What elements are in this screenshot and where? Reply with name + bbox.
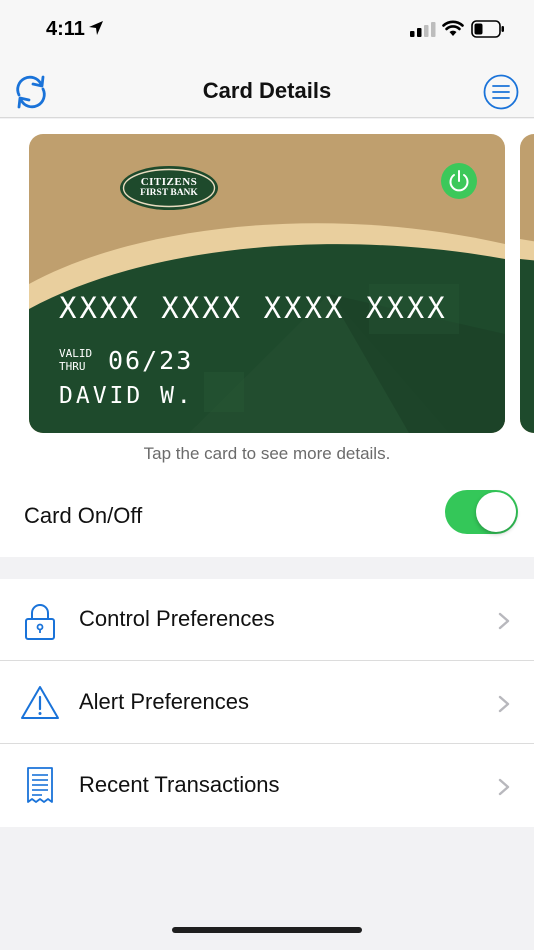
navigation-bar: Card Details bbox=[0, 60, 534, 118]
status-bar: 4:11 bbox=[0, 0, 534, 60]
home-indicator[interactable] bbox=[172, 927, 362, 933]
page-title: Card Details bbox=[202, 78, 332, 103]
menu-icon[interactable] bbox=[483, 74, 519, 110]
receipt-icon bbox=[27, 767, 53, 803]
status-time: 4:11 bbox=[46, 18, 85, 40]
list-item-recent-transactions[interactable]: Recent Transactions bbox=[0, 745, 534, 827]
card-number: XXXX XXXX XXXX XXXX bbox=[59, 291, 448, 325]
battery-icon bbox=[471, 20, 504, 38]
power-icon bbox=[449, 170, 469, 192]
cardholder-name: DAVID W. bbox=[59, 383, 194, 409]
tap-hint-text: Tap the card to see more details. bbox=[143, 444, 391, 463]
card-section: CITIZENS FIRST BANK XXXX XXXX XXXX XXXX … bbox=[0, 119, 534, 557]
card-power-button[interactable] bbox=[441, 163, 477, 199]
card-on-off-toggle[interactable] bbox=[445, 490, 518, 534]
chevron-right-icon bbox=[498, 695, 510, 713]
bank-name-line1: CITIZENS bbox=[140, 176, 198, 188]
bank-name-line2: FIRST BANK bbox=[140, 188, 198, 198]
chevron-right-icon bbox=[498, 612, 510, 630]
divider bbox=[0, 743, 534, 744]
preferences-list: Control Preferences Alert Preferences Re… bbox=[0, 579, 534, 827]
next-card-peek[interactable] bbox=[520, 134, 534, 433]
warning-icon bbox=[21, 686, 59, 719]
valid-thru-label: VALID THRU bbox=[59, 347, 92, 373]
toggle-knob bbox=[476, 492, 516, 532]
chevron-right-icon bbox=[498, 778, 510, 796]
list-item-alert-preferences[interactable]: Alert Preferences bbox=[0, 662, 534, 744]
debit-card[interactable]: CITIZENS FIRST BANK XXXX XXXX XXXX XXXX … bbox=[29, 134, 505, 433]
wifi-icon bbox=[442, 20, 464, 36]
valid-label-line2: THRU bbox=[59, 360, 86, 373]
bank-logo: CITIZENS FIRST BANK bbox=[119, 165, 219, 211]
card-toggle-label: Card On/Off bbox=[24, 503, 143, 528]
lock-icon bbox=[25, 604, 55, 640]
list-item-label: Recent Transactions bbox=[79, 772, 280, 797]
list-item-label: Control Preferences bbox=[79, 606, 275, 631]
card-expiry: 06/23 bbox=[108, 346, 194, 375]
list-item-label: Alert Preferences bbox=[79, 689, 249, 714]
location-arrow-icon bbox=[89, 21, 103, 35]
divider bbox=[0, 660, 534, 661]
valid-label-line1: VALID bbox=[59, 347, 93, 360]
list-item-control-preferences[interactable]: Control Preferences bbox=[0, 579, 534, 661]
cellular-signal-icon bbox=[410, 22, 436, 37]
